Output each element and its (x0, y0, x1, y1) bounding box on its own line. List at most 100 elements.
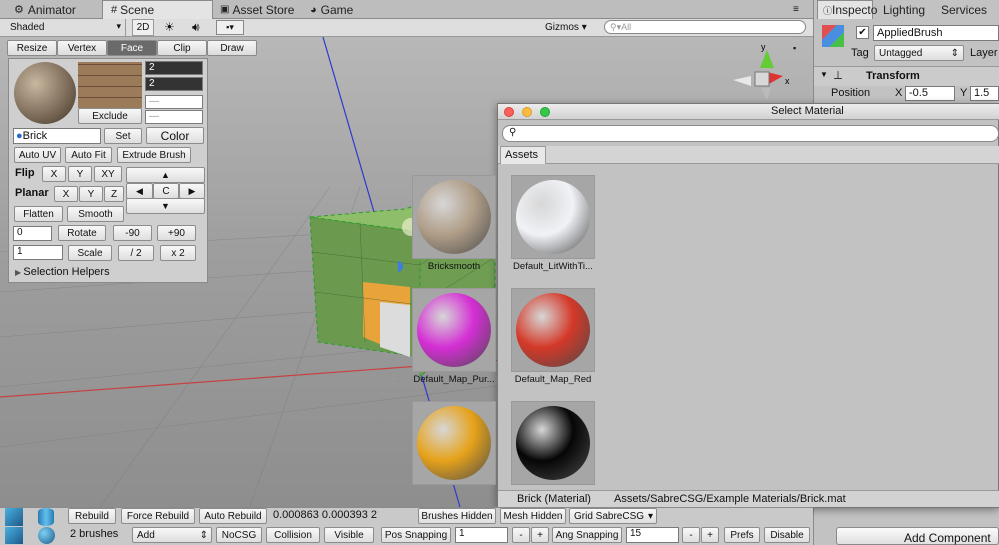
object-name-field[interactable]: AppliedBrush (873, 25, 999, 41)
tab-scene[interactable]: # Scene (102, 0, 213, 19)
mesh-hidden-toggle[interactable]: Mesh Hidden (500, 508, 566, 524)
nudge-left-button[interactable]: ◀ (126, 183, 153, 199)
flatten-button[interactable]: Flatten (14, 206, 63, 222)
pos-snap-decrease[interactable]: - (512, 527, 530, 543)
material-sphere-icon (516, 180, 590, 254)
force-rebuild-button[interactable]: Force Rebuild (121, 508, 195, 524)
scale-double-button[interactable]: x 2 (160, 245, 196, 261)
material-search-input[interactable]: ⚲ (502, 125, 999, 142)
uv-field-3[interactable]: — (145, 95, 203, 109)
uv-field-4[interactable]: — (145, 110, 203, 124)
auto-fit-button[interactable]: Auto Fit (65, 147, 112, 163)
foldout-arrow-icon[interactable]: ▼ (820, 70, 828, 79)
scene-lock-icon[interactable]: ▪ (793, 43, 796, 53)
planar-y-button[interactable]: Y (79, 186, 103, 202)
effects-dropdown-icon[interactable]: ▪▾ (216, 20, 244, 35)
material-item[interactable] (511, 401, 595, 485)
scene-search-input[interactable]: ⚲▾All (604, 20, 806, 34)
tab-game[interactable]: ◕ Game (302, 0, 361, 19)
selection-helpers-foldout[interactable]: ▶ Selection Helpers (15, 266, 110, 278)
material-item[interactable] (412, 175, 496, 259)
position-x-field[interactable]: -0.5 (905, 86, 955, 101)
mode-vertex[interactable]: Vertex (57, 40, 107, 56)
position-y-label: Y (960, 87, 968, 99)
exclude-button[interactable]: Exclude (78, 108, 142, 124)
pos-snap-increase[interactable]: + (531, 527, 549, 543)
csg-mode-dropdown[interactable]: Add ⇕ (132, 527, 212, 543)
material-item[interactable] (412, 401, 496, 485)
mode-2d-toggle[interactable]: 2D (132, 19, 154, 36)
nudge-right-button[interactable]: ▶ (179, 183, 205, 199)
visible-toggle[interactable]: Visible (324, 527, 374, 543)
mode-draw[interactable]: Draw (207, 40, 257, 56)
mode-clip[interactable]: Clip (157, 40, 207, 56)
rotate-button[interactable]: Rotate (58, 225, 106, 241)
ang-snap-decrease[interactable]: - (682, 527, 700, 543)
brush-prism-icon[interactable] (5, 527, 23, 544)
color-button[interactable]: Color (146, 127, 204, 144)
flip-y-button[interactable]: Y (68, 166, 92, 182)
rotate-minus90-button[interactable]: -90 (113, 225, 152, 241)
scale-button[interactable]: Scale (68, 245, 112, 261)
brushes-hidden-toggle[interactable]: Brushes Hidden (418, 508, 496, 524)
pos-snap-value[interactable]: 1 (455, 527, 508, 543)
tab-animator[interactable]: ⚙ Animator (6, 0, 84, 19)
gizmos-dropdown[interactable]: Gizmos ▾ (545, 19, 593, 36)
planar-x-button[interactable]: X (54, 186, 78, 202)
ang-snap-value[interactable]: 15 (626, 527, 679, 543)
maximize-window-icon[interactable] (540, 107, 550, 117)
nudge-down-button[interactable]: ▼ (126, 198, 205, 214)
material-name-field[interactable]: ●Brick (13, 128, 101, 144)
minimize-window-icon[interactable] (522, 107, 532, 117)
brush-sphere-icon[interactable] (38, 527, 55, 544)
tab-inspector[interactable]: ⓘ Inspecto (817, 0, 877, 19)
ang-snapping-toggle[interactable]: Ang Snapping (552, 527, 622, 543)
nudge-up-button[interactable]: ▲ (126, 167, 205, 183)
auto-uv-button[interactable]: Auto UV (14, 147, 61, 163)
flip-x-button[interactable]: X (42, 166, 66, 182)
tag-dropdown[interactable]: Untagged ⇕ (874, 45, 964, 61)
tab-asset-store[interactable]: ▣ Asset Store (212, 0, 302, 19)
dropdown-arrow-icon: ⇕ (199, 529, 208, 541)
rotate-plus90-button[interactable]: +90 (157, 225, 196, 241)
rotate-value-field[interactable]: 0 (13, 226, 52, 241)
auto-rebuild-toggle[interactable]: Auto Rebuild (199, 508, 267, 524)
rebuild-button[interactable]: Rebuild (68, 508, 116, 524)
lighting-toggle-icon[interactable]: ☀ (164, 20, 175, 34)
scale-half-button[interactable]: / 2 (118, 245, 154, 261)
mode-resize[interactable]: Resize (7, 40, 57, 56)
audio-toggle-icon[interactable]: 🔊︎ (192, 20, 200, 35)
set-button[interactable]: Set (104, 128, 142, 144)
add-component-button[interactable]: Add Component (836, 527, 999, 545)
tab-services[interactable]: Services (935, 0, 993, 19)
extrude-brush-button[interactable]: Extrude Brush (117, 147, 191, 163)
material-item[interactable] (511, 175, 595, 259)
close-window-icon[interactable] (504, 107, 514, 117)
nocsg-toggle[interactable]: NoCSG (216, 527, 262, 543)
active-checkbox[interactable]: ✔ (856, 26, 869, 39)
scale-value-field[interactable]: 1 (13, 245, 63, 260)
ang-snap-increase[interactable]: + (701, 527, 719, 543)
brush-cube-icon[interactable] (5, 508, 23, 526)
position-y-field[interactable]: 1.5 (970, 86, 999, 101)
collision-toggle[interactable]: Collision (266, 527, 320, 543)
uv-field-2[interactable]: 2 (145, 77, 203, 91)
tab-menu-icon[interactable]: ≡ (793, 4, 799, 15)
flip-xy-button[interactable]: XY (94, 166, 122, 182)
uv-field-1[interactable]: 2 (145, 61, 203, 75)
tab-lighting[interactable]: Lighting (877, 0, 931, 19)
disable-button[interactable]: Disable (764, 527, 810, 543)
position-label: Position (831, 87, 871, 99)
grid-dropdown[interactable]: Grid SabreCSG ▾ (569, 508, 657, 524)
mode-face[interactable]: Face (107, 40, 157, 56)
assets-tab[interactable]: Assets (500, 146, 546, 164)
center-button[interactable]: C (153, 183, 179, 199)
smooth-button[interactable]: Smooth (67, 206, 124, 222)
material-item[interactable] (511, 288, 595, 372)
shading-dropdown[interactable]: Shaded ▾ (2, 19, 126, 36)
material-item[interactable] (412, 288, 496, 372)
pos-snapping-toggle[interactable]: Pos Snapping (381, 527, 451, 543)
brush-cylinder-icon[interactable] (38, 508, 54, 526)
prefs-button[interactable]: Prefs (724, 527, 760, 543)
planar-z-button[interactable]: Z (104, 186, 124, 202)
